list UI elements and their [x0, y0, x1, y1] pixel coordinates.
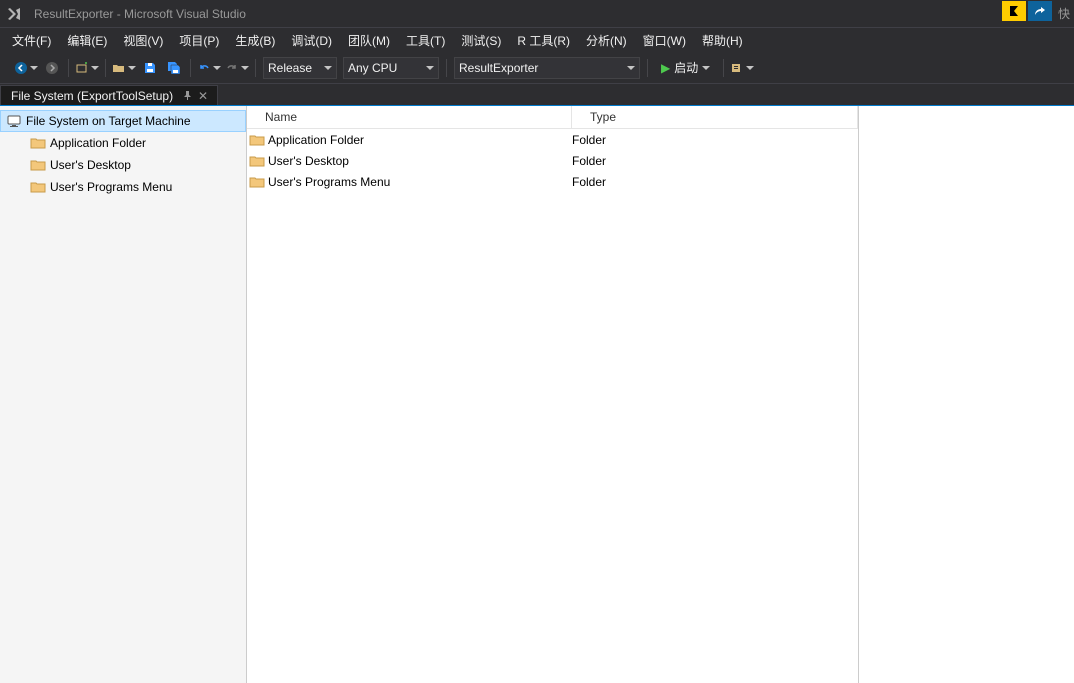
redo-button[interactable] [223, 56, 251, 80]
title-bar-right: 快 [1002, 0, 1074, 27]
play-icon: ▶ [661, 61, 670, 75]
save-button[interactable] [138, 56, 162, 80]
tree-item-application-folder[interactable]: Application Folder [0, 132, 246, 154]
nav-back-button[interactable] [12, 56, 40, 80]
folder-icon [249, 132, 265, 148]
toolbar-separator [255, 59, 256, 77]
notification-flag-icon[interactable] [1002, 1, 1026, 21]
column-header-name[interactable]: Name [247, 106, 572, 128]
list-cell-name: User's Programs Menu [268, 175, 390, 189]
menu-edit[interactable]: 编辑(E) [59, 29, 115, 52]
list-row[interactable]: User's Desktop Folder [247, 150, 858, 171]
toolbar-separator [105, 59, 106, 77]
open-file-button[interactable] [110, 56, 138, 80]
list-cell-type: Folder [572, 175, 606, 189]
folder-icon [249, 174, 265, 190]
tree-root: File System on Target Machine Applicatio… [0, 106, 246, 198]
title-bar: ResultExporter - Microsoft Visual Studio… [0, 0, 1074, 28]
feedback-icon[interactable] [1028, 1, 1052, 21]
tree-item-label: Application Folder [50, 136, 146, 150]
tree-item-users-programs-menu[interactable]: User's Programs Menu [0, 176, 246, 198]
document-tab-filesystem[interactable]: File System (ExportToolSetup) ✕ [0, 85, 218, 105]
column-header-type[interactable]: Type [572, 106, 858, 128]
machine-icon [6, 113, 22, 129]
list-cell-type: Folder [572, 154, 606, 168]
toolbar: Release Any CPU ResultExporter ▶ 启动 [0, 52, 1074, 84]
toolbar-extra-button[interactable] [728, 56, 756, 80]
list-cell-name: Application Folder [268, 133, 364, 147]
toolbar-separator [190, 59, 191, 77]
menu-test[interactable]: 测试(S) [453, 29, 509, 52]
list-cell-name: User's Desktop [268, 154, 349, 168]
list-header: Name Type [247, 106, 858, 129]
tree-item-label: File System on Target Machine [26, 114, 191, 128]
toolbar-separator [68, 59, 69, 77]
menu-view[interactable]: 视图(V) [115, 29, 171, 52]
editor-area: File System on Target Machine Applicatio… [0, 106, 1074, 683]
startup-project-dropdown[interactable]: ResultExporter [454, 57, 640, 79]
list-row[interactable]: User's Programs Menu Folder [247, 171, 858, 192]
file-system-tree-pane: File System on Target Machine Applicatio… [0, 106, 247, 683]
menu-team[interactable]: 团队(M) [340, 29, 398, 52]
platform-dropdown[interactable]: Any CPU [343, 57, 439, 79]
list-row[interactable]: Application Folder Folder [247, 129, 858, 150]
document-tab-bar: File System (ExportToolSetup) ✕ [0, 84, 1074, 106]
tree-item-users-desktop[interactable]: User's Desktop [0, 154, 246, 176]
startup-project-value: ResultExporter [459, 61, 538, 75]
title-extra-text: 快 [1054, 0, 1074, 27]
menu-help[interactable]: 帮助(H) [694, 29, 751, 52]
nav-forward-button[interactable] [40, 56, 64, 80]
undo-button[interactable] [195, 56, 223, 80]
menu-project[interactable]: 项目(P) [171, 29, 227, 52]
toolbar-separator [647, 59, 648, 77]
vs-logo-icon [6, 6, 22, 22]
document-tab-title: File System (ExportToolSetup) [11, 89, 173, 103]
folder-icon [249, 153, 265, 169]
menu-rtools[interactable]: R 工具(R) [509, 29, 578, 52]
close-tab-icon[interactable]: ✕ [197, 89, 209, 103]
save-all-button[interactable] [162, 56, 186, 80]
new-project-button[interactable] [73, 56, 101, 80]
start-debug-button[interactable]: ▶ 启动 [655, 57, 716, 79]
platform-value: Any CPU [348, 61, 397, 75]
folder-icon [30, 179, 46, 195]
menu-bar: 文件(F) 编辑(E) 视图(V) 项目(P) 生成(B) 调试(D) 团队(M… [0, 28, 1074, 52]
tree-item-target-machine[interactable]: File System on Target Machine [0, 110, 246, 132]
toolbar-separator [446, 59, 447, 77]
menu-analyze[interactable]: 分析(N) [578, 29, 635, 52]
menu-tools[interactable]: 工具(T) [398, 29, 453, 52]
menu-window[interactable]: 窗口(W) [635, 29, 694, 52]
menu-build[interactable]: 生成(B) [227, 29, 283, 52]
tree-item-label: User's Programs Menu [50, 180, 172, 194]
folder-icon [30, 135, 46, 151]
configuration-dropdown[interactable]: Release [263, 57, 337, 79]
toolbar-separator [723, 59, 724, 77]
folder-icon [30, 157, 46, 173]
menu-debug[interactable]: 调试(D) [283, 29, 340, 52]
list-main: Name Type Application Folder Folder Use [247, 106, 858, 683]
menu-file[interactable]: 文件(F) [4, 29, 59, 52]
tree-item-label: User's Desktop [50, 158, 131, 172]
right-empty-pane [858, 106, 1074, 683]
start-label: 启动 [674, 59, 698, 76]
list-cell-type: Folder [572, 133, 606, 147]
folder-contents-pane: Name Type Application Folder Folder Use [247, 106, 1074, 683]
pin-icon[interactable] [181, 89, 193, 103]
window-title: ResultExporter - Microsoft Visual Studio [34, 7, 246, 21]
configuration-value: Release [268, 61, 312, 75]
